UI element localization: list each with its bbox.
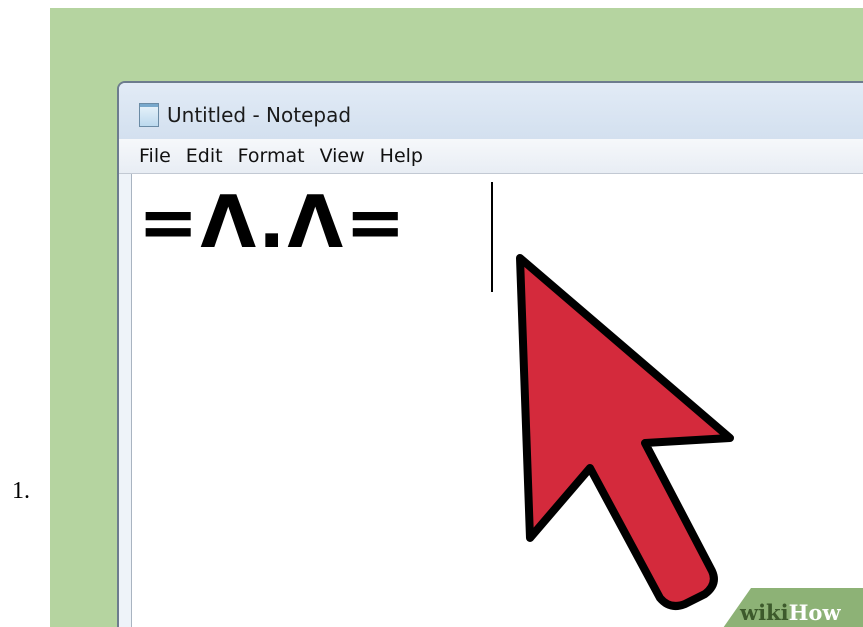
menu-help[interactable]: Help xyxy=(380,145,423,167)
illustration: Untitled - Notepad File Edit Format View… xyxy=(50,8,863,627)
title-bar[interactable]: Untitled - Notepad xyxy=(119,83,863,139)
mouse-pointer-icon xyxy=(516,254,734,610)
menu-edit[interactable]: Edit xyxy=(186,145,223,167)
list-number: 1. xyxy=(12,478,30,504)
mouse-pointer-shape xyxy=(516,254,734,610)
menu-bar: File Edit Format View Help xyxy=(119,139,863,174)
menu-format[interactable]: Format xyxy=(238,145,305,167)
notepad-icon xyxy=(139,103,159,127)
wikihow-logo: wikiHow xyxy=(740,600,841,625)
menu-view[interactable]: View xyxy=(320,145,365,167)
editor-content: =Λ.Λ= xyxy=(138,180,408,264)
window-title: Untitled - Notepad xyxy=(167,103,352,127)
menu-file[interactable]: File xyxy=(139,145,171,167)
